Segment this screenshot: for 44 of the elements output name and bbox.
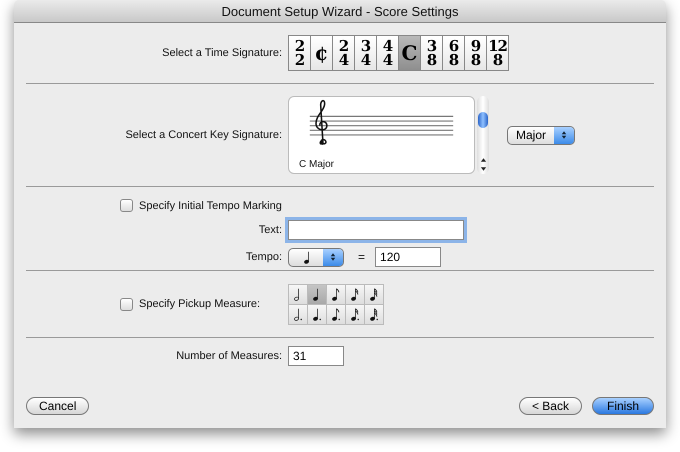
time-signature-button[interactable]: 2 2 [288, 35, 311, 71]
cancel-button[interactable]: Cancel [26, 397, 90, 415]
time-signature-button[interactable]: ¢ [310, 35, 333, 71]
checkbox-label: Specify Pickup Measure: [139, 298, 260, 310]
text-label: Text: [258, 224, 282, 236]
measures-field[interactable]: 31 [288, 346, 344, 366]
checkbox[interactable] [120, 298, 133, 310]
time-signature-button[interactable]: C [398, 35, 421, 71]
time-signature-button[interactable]: 3 8 [420, 35, 443, 71]
mode-dropdown[interactable]: Major [507, 126, 576, 144]
time-signature-button[interactable]: 6 8 [442, 35, 465, 71]
updown-arrows-icon [561, 130, 568, 140]
text-field[interactable] [288, 220, 464, 240]
note-duration-button[interactable] [327, 284, 345, 304]
checkbox-label: Specify Initial Tempo Marking [139, 200, 282, 212]
time-signature-button[interactable]: 12 8 [486, 35, 509, 71]
staff-preview[interactable]: C Major [288, 96, 475, 174]
equals-sign: = [358, 250, 366, 264]
finish-button[interactable]: Finish [592, 397, 654, 415]
time-signature-button[interactable]: 3 4 [354, 35, 377, 71]
note-duration-button[interactable] [308, 304, 326, 324]
scroll-bar[interactable] [477, 96, 489, 174]
back-button[interactable]: < Back [518, 397, 582, 415]
note-duration-button[interactable] [289, 284, 307, 304]
time-signature-button[interactable]: 9 8 [464, 35, 487, 71]
key-name: C Major [299, 159, 336, 170]
note-value-dropdown[interactable] [288, 248, 344, 266]
checkbox[interactable] [120, 199, 133, 212]
tempo-field[interactable]: 120 [375, 247, 442, 267]
key-signature-label: Select a Concert Key Signature: [124, 129, 282, 141]
note-duration-button[interactable] [346, 284, 364, 304]
updown-arrows-icon [330, 252, 336, 262]
window-title: Document Setup Wizard - Score Settings [222, 4, 458, 18]
time-signature-label: Select a Time Signature: [161, 47, 282, 59]
note-duration-button[interactable] [308, 284, 326, 304]
note-duration-button[interactable] [327, 304, 345, 324]
note-duration-button[interactable] [365, 284, 383, 304]
measures-label: Number of Measures: [175, 350, 282, 362]
tempo-label: Tempo: [244, 251, 282, 263]
time-signature-button[interactable]: 2 4 [332, 35, 355, 71]
note-duration-button[interactable] [346, 304, 364, 324]
note-duration-button[interactable] [365, 304, 383, 324]
note-duration-button[interactable] [289, 304, 307, 324]
time-signature-button[interactable]: 4 4 [376, 35, 399, 71]
